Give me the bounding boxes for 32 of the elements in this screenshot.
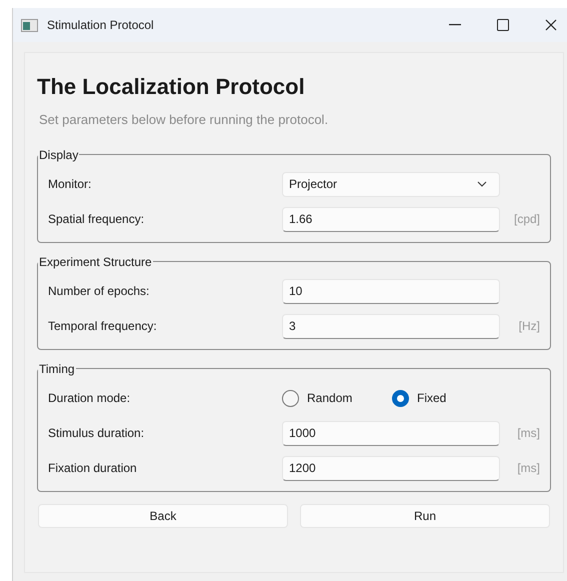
action-button[interactable]: Run [300,504,550,528]
minimize-icon[interactable] [449,24,461,26]
group-title: Experiment Structure [38,254,153,270]
radio-option[interactable]: Random [282,389,392,407]
input-field[interactable]: 10 [282,278,500,304]
unit-label: [cpd] [512,211,540,228]
field-label: Number of epochs: [48,283,150,300]
group-title: Display [38,146,80,164]
heading: The Localization Protocol [37,73,306,101]
field-label: Monitor: [48,176,92,193]
close-icon[interactable] [545,19,557,31]
input-field[interactable]: 1.66 [282,206,500,232]
chevron-down-icon [477,181,487,187]
field-label: Spatial frequency: [48,211,146,228]
input-field[interactable]: 1200 [282,456,500,480]
unit-label: [Hz] [518,318,540,335]
input-field[interactable]: 3 [282,314,500,338]
action-button[interactable]: Back [38,504,288,528]
window-title: Stimulation Protocol [47,17,154,34]
subtitle: Set parameters below before running the protocol. [39,111,330,129]
field-label: Temporal frequency: [48,318,158,335]
group-title: Timing [38,360,76,378]
field-label: Stimulus duration: [48,425,146,442]
maximize-icon[interactable] [497,19,509,31]
field-label: Duration mode: [48,390,132,407]
radio-option[interactable]: Fixed [392,389,502,407]
dropdown[interactable]: Projector [282,172,500,196]
app-icon [21,18,38,32]
field-label: Fixation duration [48,460,138,477]
unit-label: [ms] [516,425,540,442]
input-field[interactable]: 1000 [282,420,500,446]
unit-label: [ms] [516,460,540,477]
